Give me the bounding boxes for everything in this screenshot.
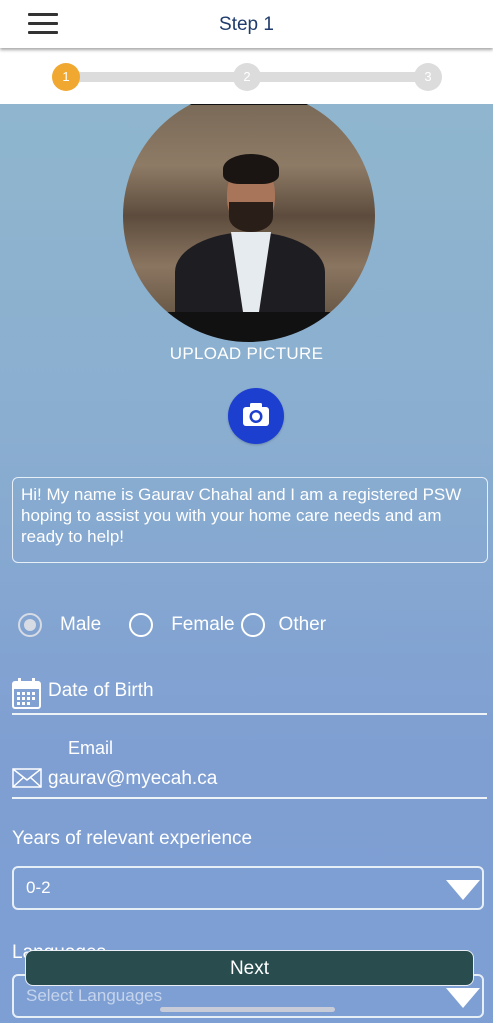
calendar-icon	[12, 678, 41, 709]
experience-label: Years of relevant experience	[12, 828, 253, 849]
radio-female-label: Female	[171, 614, 235, 635]
languages-placeholder: Select Languages	[26, 986, 163, 1005]
radio-other[interactable]	[240, 613, 265, 637]
date-of-birth-field[interactable]: Date of Birth	[48, 680, 154, 702]
step-2-indicator: 2	[233, 63, 261, 91]
radio-female[interactable]	[129, 613, 154, 637]
experience-value: 0-2	[26, 878, 51, 897]
camera-button[interactable]	[228, 388, 284, 444]
home-indicator	[160, 1007, 335, 1012]
app-header: Step 1	[0, 0, 493, 48]
step-3-indicator: 3	[414, 63, 442, 91]
page-title: Step 1	[219, 14, 274, 35]
step-1-indicator: 1	[52, 63, 80, 91]
dropdown-arrow-icon	[446, 880, 480, 900]
dropdown-arrow-icon	[446, 988, 480, 1008]
profile-picture	[123, 90, 375, 342]
email-label: Email	[68, 738, 114, 758]
email-field[interactable]: gaurav@myecah.ca	[48, 768, 217, 790]
progress-stepper: 1 2 3	[0, 48, 493, 104]
radio-other-label: Other	[278, 614, 327, 635]
dob-underline	[12, 713, 487, 715]
upload-picture-label: UPLOAD PICTURE	[169, 344, 324, 363]
radio-male-label: Male	[60, 614, 102, 635]
experience-select[interactable]: 0-2	[12, 866, 484, 910]
bio-textarea[interactable]: Hi! My name is Gaurav Chahal and I am a …	[12, 477, 488, 563]
email-underline	[12, 797, 487, 799]
gender-radio-group: Male Female Other	[18, 610, 326, 640]
radio-male[interactable]	[18, 613, 42, 637]
mail-icon	[12, 768, 42, 788]
next-button[interactable]: Next	[25, 950, 474, 986]
camera-icon	[243, 403, 269, 426]
